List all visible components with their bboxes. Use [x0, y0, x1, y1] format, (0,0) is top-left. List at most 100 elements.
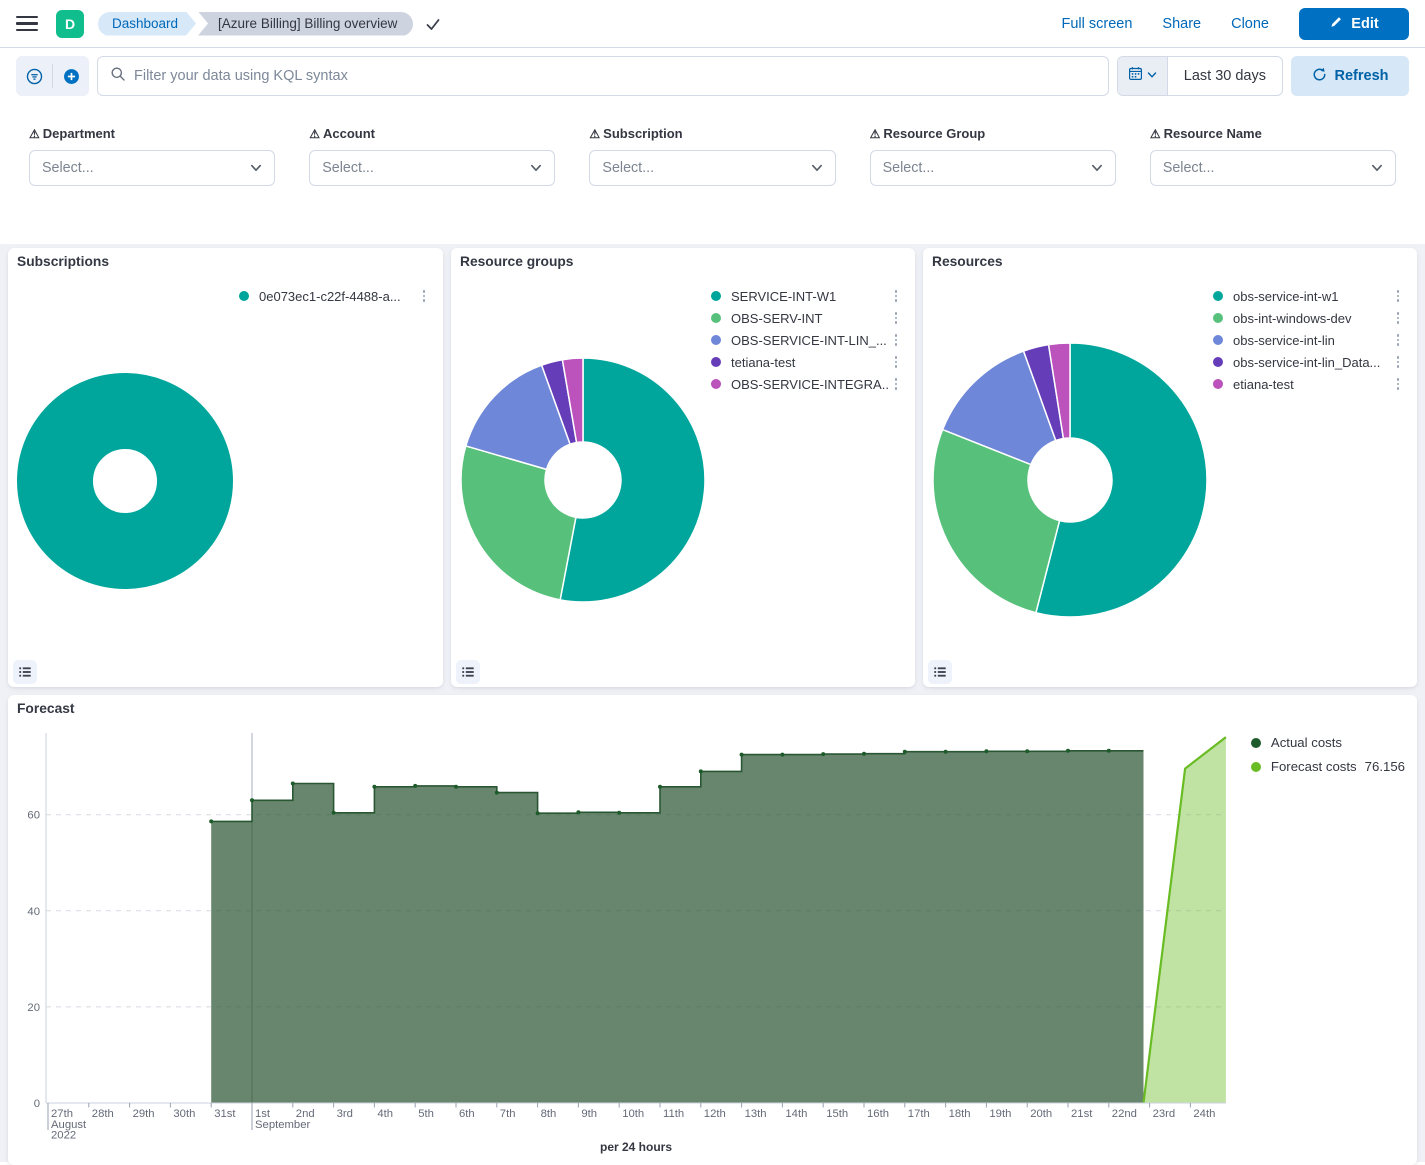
control-select[interactable]: Select...: [870, 150, 1116, 186]
chevron-down-icon: [811, 162, 823, 174]
legend-label[interactable]: obs-service-int-lin_Data...: [1233, 355, 1391, 370]
svg-text:per 24 hours: per 24 hours: [600, 1140, 672, 1154]
legend-label[interactable]: tetiana-test: [731, 355, 889, 370]
control-resource-name: ⚠Resource NameSelect...: [1150, 126, 1396, 186]
svg-text:12th: 12th: [704, 1108, 726, 1120]
chevron-down-icon: [1371, 162, 1383, 174]
legend-actions-icon[interactable]: [1391, 376, 1405, 392]
svg-text:14th: 14th: [785, 1108, 807, 1120]
svg-text:3rd: 3rd: [337, 1108, 353, 1120]
refresh-button[interactable]: Refresh: [1291, 56, 1409, 96]
legend-label[interactable]: obs-service-int-w1: [1233, 289, 1391, 304]
warning-icon: ⚠: [309, 128, 320, 140]
legend-item: etiana-test: [1213, 373, 1405, 395]
control-label-text: Account: [323, 126, 375, 141]
control-label: ⚠Department: [29, 126, 275, 141]
legend-label[interactable]: obs-int-windows-dev: [1233, 311, 1391, 326]
legend-label[interactable]: SERVICE-INT-W1: [731, 289, 889, 304]
legend-color-dot: [711, 335, 721, 345]
menu-hamburger-icon[interactable]: [16, 16, 38, 32]
legend-item: Forecast costs 76.156: [1251, 759, 1405, 774]
breadcrumb-dashboard[interactable]: Dashboard: [98, 12, 196, 36]
legend-actions-icon[interactable]: [889, 310, 903, 326]
saved-query-filter-icon[interactable]: [16, 56, 52, 96]
legend-color-dot: [1213, 379, 1223, 389]
kql-search-input[interactable]: [134, 68, 1096, 84]
legend-label[interactable]: OBS-SERV-INT: [731, 311, 889, 326]
legend-color-dot: [1213, 357, 1223, 367]
svg-text:11th: 11th: [663, 1108, 684, 1120]
legend-actions-icon[interactable]: [417, 288, 431, 304]
legend-label[interactable]: OBS-SERVICE-INTEGRA...: [731, 377, 889, 392]
clone-button[interactable]: Clone: [1231, 16, 1269, 32]
legend-actions-icon[interactable]: [889, 288, 903, 304]
legend-label[interactable]: etiana-test: [1233, 377, 1391, 392]
space-avatar[interactable]: D: [56, 10, 84, 38]
svg-text:5th: 5th: [418, 1108, 434, 1120]
pie-legend: SERVICE-INT-W1 OBS-SERV-INT OBS-SERVICE-IN…: [711, 285, 903, 395]
legend-color-dot: [711, 291, 721, 301]
legend-color-dot: [711, 313, 721, 323]
svg-text:20: 20: [27, 1002, 40, 1014]
control-select[interactable]: Select...: [309, 150, 555, 186]
control-label: ⚠Resource Group: [870, 126, 1116, 141]
control-label-text: Subscription: [603, 126, 682, 141]
control-select[interactable]: Select...: [1150, 150, 1396, 186]
legend-actions-icon[interactable]: [1391, 332, 1405, 348]
warning-icon: ⚠: [1150, 128, 1161, 140]
svg-text:September: September: [255, 1119, 310, 1131]
search-icon: [110, 66, 126, 87]
svg-text:10th: 10th: [622, 1108, 644, 1120]
legend-item: obs-service-int-lin: [1213, 329, 1405, 351]
legend-color-dot: [1251, 738, 1261, 748]
forecast-legend: Actual costs Forecast costs 76.156: [1251, 735, 1405, 774]
svg-text:28th: 28th: [92, 1108, 114, 1120]
legend-color-dot: [711, 357, 721, 367]
legend-actions-icon[interactable]: [1391, 354, 1405, 370]
select-placeholder: Select...: [602, 160, 654, 176]
legend-toggle-button[interactable]: [456, 660, 480, 684]
svg-text:29th: 29th: [133, 1108, 155, 1120]
breadcrumb-current-page[interactable]: [Azure Billing] Billing overview: [198, 12, 413, 36]
date-picker-calendar-button[interactable]: [1118, 57, 1168, 95]
legend-label[interactable]: Forecast costs: [1271, 759, 1357, 774]
top-bar: D Dashboard [Azure Billing] Billing over…: [0, 0, 1425, 48]
edit-button[interactable]: Edit: [1299, 8, 1409, 40]
forecast-chart[interactable]: 27thAugust202228th29th30th31st1stSeptemb…: [9, 725, 1416, 1165]
legend-value: 76.156: [1365, 759, 1405, 774]
panel-forecast: Forecast Actual costs Forecast costs 76.15…: [8, 695, 1417, 1165]
legend-actions-icon[interactable]: [1391, 310, 1405, 326]
svg-text:17th: 17th: [908, 1108, 930, 1120]
full-screen-button[interactable]: Full screen: [1061, 16, 1132, 32]
svg-text:4th: 4th: [377, 1108, 393, 1120]
control-account: ⚠Account Select...: [309, 126, 555, 186]
svg-text:24th: 24th: [1193, 1108, 1215, 1120]
svg-text:2nd: 2nd: [296, 1108, 315, 1120]
legend-toggle-button[interactable]: [928, 660, 952, 684]
select-placeholder: Select...: [883, 160, 935, 176]
legend-item: obs-service-int-w1: [1213, 285, 1405, 307]
dashboard-controls: ⚠DepartmentSelect...⚠AccountSelect...⚠Su…: [0, 104, 1425, 244]
chevron-down-icon: [530, 162, 542, 174]
legend-label[interactable]: OBS-SERVICE-INT-LIN_...: [731, 333, 889, 348]
legend-toggle-button[interactable]: [13, 660, 37, 684]
panel-title: Forecast: [17, 701, 75, 716]
legend-label[interactable]: obs-service-int-lin: [1233, 333, 1391, 348]
legend-actions-icon[interactable]: [1391, 288, 1405, 304]
select-placeholder: Select...: [42, 160, 94, 176]
share-button[interactable]: Share: [1162, 16, 1201, 32]
legend-actions-icon[interactable]: [889, 376, 903, 392]
date-range-value[interactable]: Last 30 days: [1168, 57, 1282, 95]
legend-actions-icon[interactable]: [889, 354, 903, 370]
legend-label[interactable]: 0e073ec1-c22f-4488-a...: [259, 289, 417, 304]
control-department: ⚠Department Select...: [29, 126, 275, 186]
donut-chart: [8, 248, 443, 687]
add-filter-icon[interactable]: [53, 56, 89, 96]
svg-text:20th: 20th: [1030, 1108, 1052, 1120]
control-select[interactable]: Select...: [589, 150, 835, 186]
control-label-text: Department: [43, 126, 115, 141]
control-label-text: Resource Group: [883, 126, 985, 141]
control-select[interactable]: Select...: [29, 150, 275, 186]
legend-label[interactable]: Actual costs: [1271, 735, 1342, 750]
legend-actions-icon[interactable]: [889, 332, 903, 348]
